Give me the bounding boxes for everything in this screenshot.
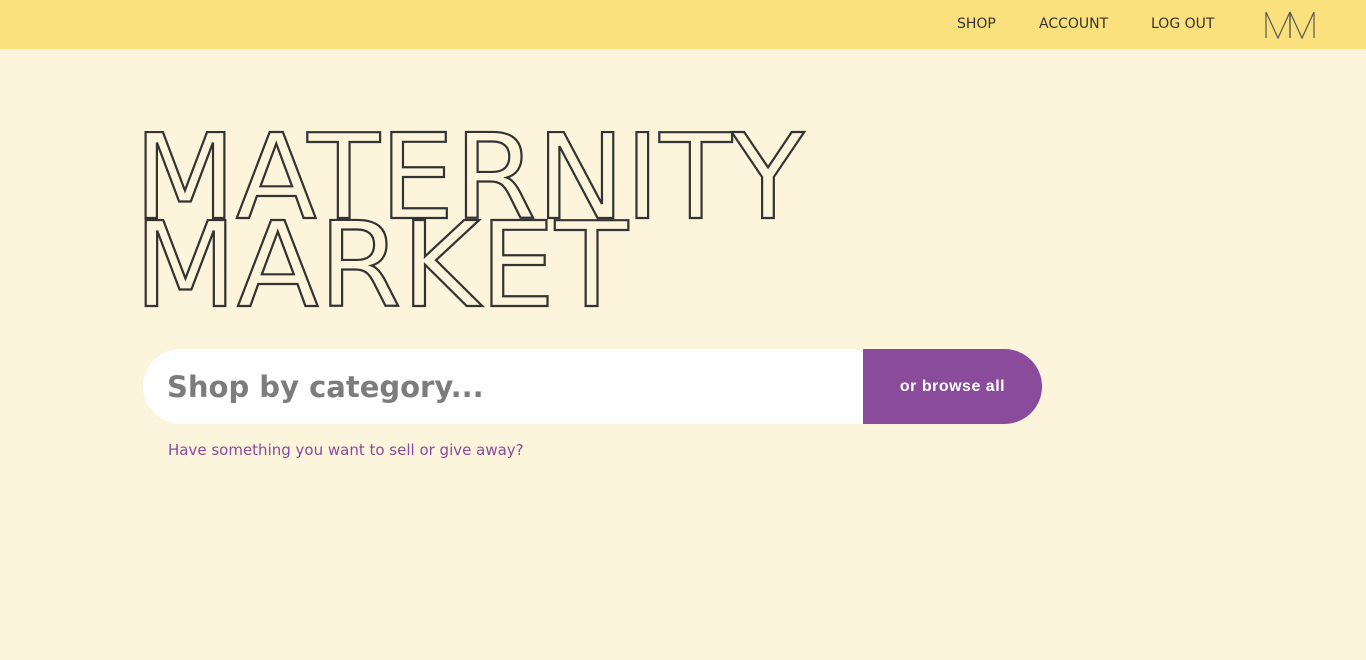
logo[interactable] [1264, 11, 1318, 39]
top-navigation-bar: SHOP ACCOUNT LOG OUT [0, 0, 1366, 49]
nav-link-account[interactable]: ACCOUNT [1039, 16, 1108, 32]
nav-link-logout[interactable]: LOG OUT [1151, 16, 1214, 32]
category-search-input[interactable] [143, 349, 863, 424]
hero-title-graphic: MATERNITY MARKET [134, 128, 806, 310]
browse-all-button[interactable]: or browse all [863, 349, 1042, 424]
sell-or-give-away-link[interactable]: Have something you want to sell or give … [168, 441, 524, 459]
nav-link-shop[interactable]: SHOP [957, 16, 996, 32]
category-search-bar: or browse all [143, 349, 1042, 424]
hero-title-line-2-text: MARKET [134, 196, 629, 310]
